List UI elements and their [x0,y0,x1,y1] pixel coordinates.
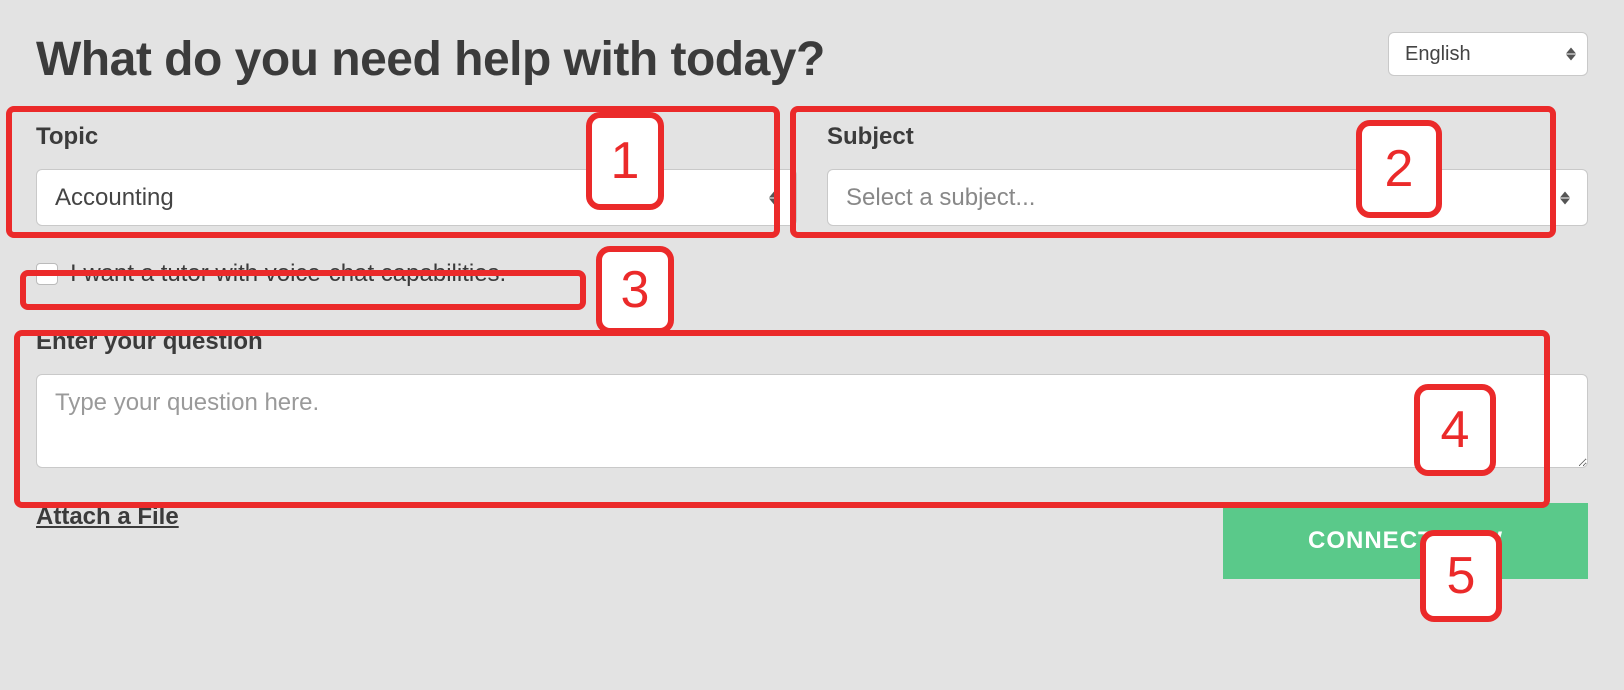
subject-block: Subject Select a subject... [827,123,1588,226]
topic-label: Topic [36,123,797,151]
attach-file-link[interactable]: Attach a File [36,503,179,531]
voice-chat-row[interactable]: I want a tutor with voice-chat capabilit… [36,260,1588,288]
question-label: Enter your question [36,328,1588,356]
connect-now-button[interactable]: CONNECT NOW [1223,503,1588,579]
question-block: Enter your question [36,328,1588,473]
voice-chat-checkbox[interactable] [36,263,58,285]
topic-select[interactable]: Accounting [36,169,797,226]
page-title: What do you need help with today? [36,32,825,87]
language-select[interactable]: English [1388,32,1588,76]
topic-block: Topic Accounting [36,123,797,226]
question-textarea[interactable] [36,374,1588,468]
subject-label: Subject [827,123,1588,151]
voice-chat-label: I want a tutor with voice-chat capabilit… [70,260,506,288]
subject-select[interactable]: Select a subject... [827,169,1588,226]
